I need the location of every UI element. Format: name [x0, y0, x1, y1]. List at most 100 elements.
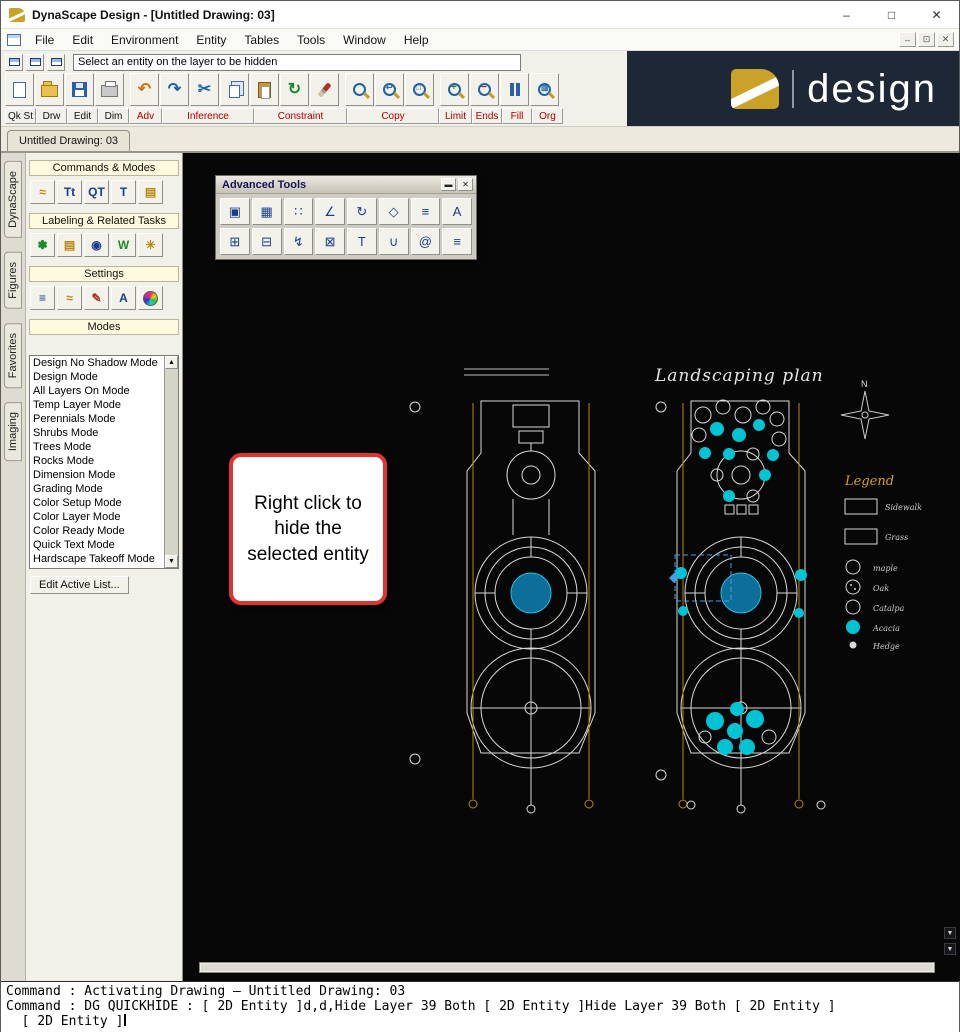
- command-console[interactable]: Command : Activating Drawing – Untitled …: [1, 981, 959, 1032]
- menu-file[interactable]: File: [26, 31, 63, 49]
- command-input-line[interactable]: [ 2D Entity ]: [6, 1014, 954, 1029]
- text-rotate-tool-button[interactable]: T: [111, 180, 136, 204]
- brush-button[interactable]: [310, 73, 339, 106]
- menu-tools[interactable]: Tools: [288, 31, 334, 49]
- mdi-close-button[interactable]: ✕: [937, 32, 954, 47]
- word-export-button[interactable]: W: [111, 233, 136, 257]
- sidebar-tab-dynascape[interactable]: DynaScape: [4, 161, 22, 238]
- adv-tool-split-button[interactable]: ⊟: [252, 228, 282, 255]
- palette-minimize-button[interactable]: ▬: [441, 178, 456, 191]
- adv-tool-union-button[interactable]: ∪: [379, 228, 409, 255]
- adv-tool-window-button[interactable]: ▦: [252, 198, 282, 225]
- menu-window[interactable]: Window: [334, 31, 395, 49]
- flower-tool-button[interactable]: ✳: [138, 233, 163, 257]
- command-prompt-field[interactable]: [73, 54, 521, 71]
- adv-tool-array-button[interactable]: ∷: [284, 198, 314, 225]
- copy-button[interactable]: [220, 73, 249, 106]
- material-label-button[interactable]: ▤: [57, 233, 82, 257]
- adv-tool-text-button[interactable]: T: [347, 228, 377, 255]
- refresh-button[interactable]: ↻: [280, 73, 309, 106]
- open-button[interactable]: [35, 73, 64, 106]
- adv-tool-diamond-button[interactable]: ◇: [379, 198, 409, 225]
- adv-tool-grid-button[interactable]: ⊞: [220, 228, 250, 255]
- cut-button[interactable]: ✂: [190, 73, 219, 106]
- modes-listbox[interactable]: Design No Shadow Mode Design Mode All La…: [29, 355, 179, 569]
- zoom-button[interactable]: [345, 73, 374, 106]
- maximize-button[interactable]: □: [869, 1, 914, 28]
- mode-item[interactable]: Color Setup Mode: [30, 496, 163, 510]
- adv-tool-copy-button[interactable]: ▣: [220, 198, 250, 225]
- layers-settings-button[interactable]: ≡: [30, 286, 55, 310]
- mode-item[interactable]: Dimension Mode: [30, 468, 163, 482]
- zoom-in-button[interactable]: +: [440, 73, 469, 106]
- adv-tool-at-button[interactable]: @: [411, 228, 441, 255]
- pencil-settings-button[interactable]: ✎: [84, 286, 109, 310]
- adv-tool-hatch-button[interactable]: ⊠: [315, 228, 345, 255]
- modes-scrollbar[interactable]: ▲ ▼: [164, 356, 178, 568]
- print-button[interactable]: [95, 73, 124, 106]
- adv-tool-angle-button[interactable]: ∠: [315, 198, 345, 225]
- zoom-previous-button[interactable]: ↩: [375, 73, 404, 106]
- mode-item[interactable]: Temp Layer Mode: [30, 398, 163, 412]
- adv-tool-measure-button[interactable]: ↯: [284, 228, 314, 255]
- horizontal-scrollbar[interactable]: [199, 962, 935, 973]
- minimize-button[interactable]: –: [824, 1, 869, 28]
- adv-tool-lines-button[interactable]: ≡: [442, 228, 472, 255]
- adv-tool-list-button[interactable]: ≡: [411, 198, 441, 225]
- scroll-down-icon[interactable]: ▼: [944, 927, 956, 939]
- font-settings-button[interactable]: A: [111, 286, 136, 310]
- scroll-down-icon[interactable]: ▼: [944, 943, 956, 955]
- zoom-window-button[interactable]: □: [405, 73, 434, 106]
- layout-button-3[interactable]: [47, 54, 65, 71]
- advanced-tools-palette[interactable]: Advanced Tools ▬ ✕ ▣ ▦ ∷ ∠ ↻ ◇ ≡ A: [215, 175, 477, 260]
- sidebar-tab-figures[interactable]: Figures: [4, 252, 22, 309]
- mode-item[interactable]: Design No Shadow Mode: [30, 356, 163, 370]
- close-button[interactable]: ✕: [914, 1, 959, 28]
- mode-item[interactable]: Color Layer Mode: [30, 510, 163, 524]
- edit-active-list-button[interactable]: Edit Active List...: [30, 576, 129, 594]
- web-tool-button[interactable]: ◉: [84, 233, 109, 257]
- quick-text-tool-button[interactable]: QT: [84, 180, 109, 204]
- boundary-settings-button[interactable]: ≈: [57, 286, 82, 310]
- tab-untitled-drawing[interactable]: Untitled Drawing: 03: [7, 130, 130, 151]
- menu-help[interactable]: Help: [395, 31, 438, 49]
- paste-button[interactable]: [250, 73, 279, 106]
- adv-tool-font-button[interactable]: A: [442, 198, 472, 225]
- fill-button[interactable]: [500, 73, 529, 106]
- drawing-canvas[interactable]: Landscaping plan N Legend Sidewalk Grass…: [183, 153, 960, 981]
- zoom-origin-button[interactable]: ▥: [530, 73, 559, 106]
- mode-item[interactable]: Perennials Mode: [30, 412, 163, 426]
- mode-item[interactable]: Shrubs Mode: [30, 426, 163, 440]
- mode-item[interactable]: Quick Text Mode: [30, 538, 163, 552]
- mode-item[interactable]: Trees Mode: [30, 440, 163, 454]
- scrollbar-thumb[interactable]: [201, 964, 933, 971]
- scroll-down-icon[interactable]: ▼: [165, 555, 178, 568]
- sidebar-tab-imaging[interactable]: Imaging: [4, 402, 22, 461]
- mode-item[interactable]: Design Mode: [30, 370, 163, 384]
- menu-entity[interactable]: Entity: [187, 31, 235, 49]
- sidebar-tab-favorites[interactable]: Favorites: [4, 323, 22, 388]
- layout-button-1[interactable]: [5, 54, 23, 71]
- menu-tables[interactable]: Tables: [235, 31, 288, 49]
- menu-edit[interactable]: Edit: [63, 31, 102, 49]
- redo-button[interactable]: ↷: [160, 73, 189, 106]
- menu-environment[interactable]: Environment: [102, 31, 187, 49]
- zoom-out-button[interactable]: −: [470, 73, 499, 106]
- mode-item[interactable]: Color Ready Mode: [30, 524, 163, 538]
- scroll-up-icon[interactable]: ▲: [165, 356, 178, 369]
- mdi-minimize-button[interactable]: –: [899, 32, 916, 47]
- mode-item[interactable]: Rocks Mode: [30, 454, 163, 468]
- mode-item[interactable]: Grading Mode: [30, 482, 163, 496]
- plant-label-button[interactable]: ✽: [30, 233, 55, 257]
- text-tool-button[interactable]: Tt: [57, 180, 82, 204]
- spline-tool-button[interactable]: ≈: [30, 180, 55, 204]
- layout-button-2[interactable]: [26, 54, 44, 71]
- undo-button[interactable]: ↶: [130, 73, 159, 106]
- mdi-restore-button[interactable]: ⊡: [918, 32, 935, 47]
- color-wheel-button[interactable]: [138, 286, 163, 310]
- adv-tool-rotate-button[interactable]: ↻: [347, 198, 377, 225]
- palette-close-button[interactable]: ✕: [458, 178, 473, 191]
- new-drawing-button[interactable]: [5, 73, 34, 106]
- mode-item[interactable]: All Layers On Mode: [30, 384, 163, 398]
- mode-item[interactable]: Hardscape Takeoff Mode: [30, 552, 163, 566]
